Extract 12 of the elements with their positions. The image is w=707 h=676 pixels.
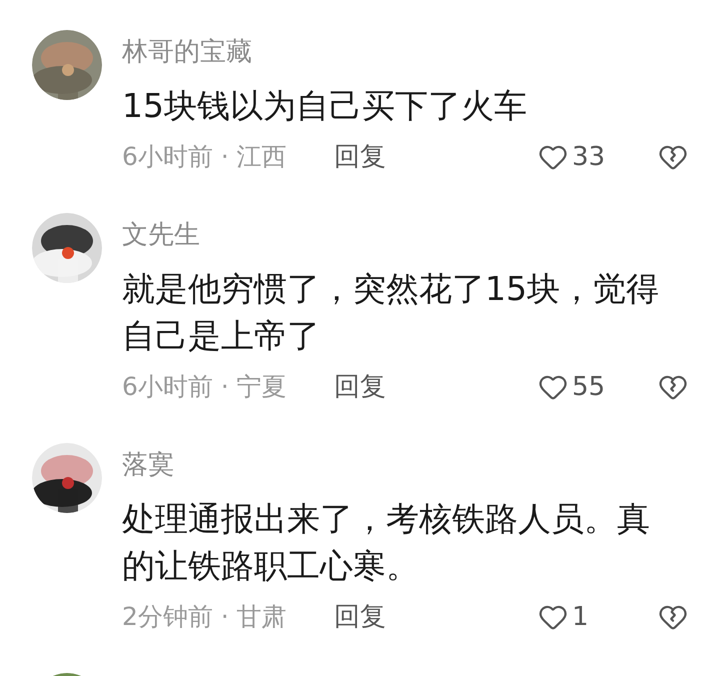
comment-text: 就是他穷惯了，突然花了15块，觉得自己是上帝了 [122,268,660,357]
reply-button[interactable]: 回复 [334,598,386,636]
comment-text: 处理通报出来了，考核铁路人员。真的让铁路职工心寒。 [122,498,651,587]
comment-meta: 6小时前 · 宁夏 [122,371,288,404]
reply-button[interactable]: 回复 [334,138,386,176]
reply-button[interactable]: 回复 [334,368,386,406]
like-button[interactable]: 1 [538,598,628,636]
comment-meta: 2分钟前 · 甘肃 [122,601,288,634]
like-button[interactable]: 55 [538,368,628,406]
comment-text: 15块钱以为自己买下了火车 [122,85,528,127]
comment-meta: 6小时前 · 江西 [122,141,288,174]
like-button[interactable]: 33 [538,138,628,176]
